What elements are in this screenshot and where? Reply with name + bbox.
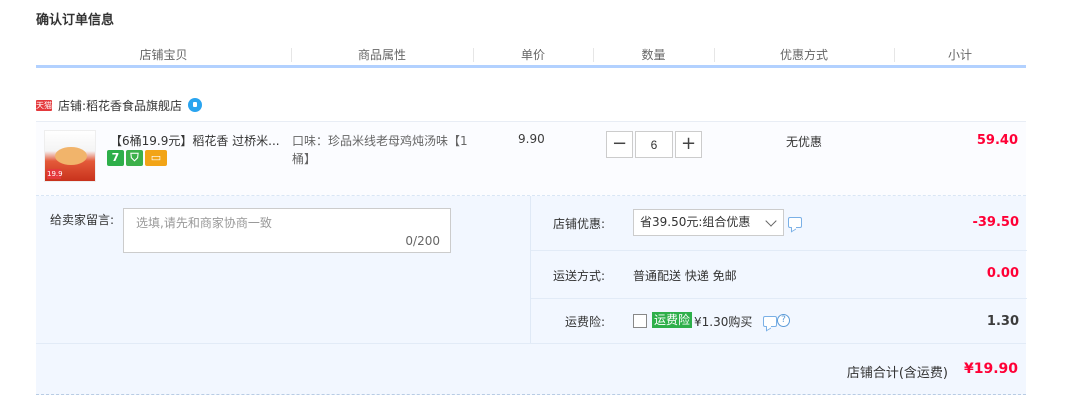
shop-row: 天猫 店铺: 稻花香食品旗舰店	[36, 96, 203, 114]
insurance-badge: 运费险	[652, 312, 693, 328]
header-promotion: 优惠方式	[714, 44, 894, 66]
message-bubble-icon[interactable]	[788, 217, 802, 228]
header-quantity: 数量	[593, 44, 714, 66]
message-bubble-icon[interactable]	[763, 316, 777, 327]
seller-message-label: 给卖家留言:	[50, 213, 115, 227]
shop-discount-label: 店铺优惠:	[552, 217, 605, 231]
quantity-plus-button[interactable]: +	[675, 131, 702, 158]
message-section: 给卖家留言: 0/200	[36, 196, 530, 343]
header-attribute: 商品属性	[291, 44, 473, 66]
shipping-row: 运送方式: 普通配送 快递 免邮 0.00	[531, 251, 1027, 299]
cart-item-row: 19.9 【6桶19.9元】稻花香 过桥米... 7 ⛉ ▭ 口味：珍品米线老母…	[36, 121, 1026, 196]
header-unit-price: 单价	[473, 44, 593, 66]
wangwang-chat-icon[interactable]	[188, 98, 203, 112]
product-thumbnail[interactable]: 19.9	[44, 130, 96, 182]
product-title-link[interactable]: 【6桶19.9元】稻花香 过桥米...	[110, 132, 286, 149]
message-char-counter: 0/200	[405, 234, 440, 248]
service-icons: 7 ⛉ ▭	[107, 150, 167, 166]
shop-discount-select[interactable]: 省39.50元:组合优惠	[633, 209, 784, 236]
thumb-price-badge: 19.9	[47, 169, 63, 179]
shipping-fee: 0.00	[986, 266, 1019, 281]
seller-message-box: 0/200	[123, 208, 451, 253]
insurance-row: 运费险: 运费险 ¥1.30购买 ? 1.30	[531, 299, 1027, 343]
seller-message-input[interactable]	[124, 209, 450, 252]
insurance-price: ¥1.30购买	[694, 315, 753, 329]
card-payment-icon[interactable]: ▭	[145, 150, 167, 166]
chevron-down-icon	[765, 215, 777, 227]
unit-price: 9.90	[518, 132, 545, 146]
shop-discount-row: 店铺优惠: 省39.50元:组合优惠 -39.50	[531, 196, 1027, 251]
tmall-icon: 天猫	[36, 99, 52, 111]
item-subtotal: 59.40	[976, 133, 1018, 148]
quantity-input[interactable]	[635, 131, 673, 158]
promotion-text: 无优惠	[786, 135, 823, 149]
page-title: 确认订单信息	[36, 13, 115, 28]
shop-total-label: 店铺合计(含运费)	[846, 366, 948, 381]
fees-section: 店铺优惠: 省39.50元:组合优惠 -39.50 运送方式: 普通配送 快递 …	[530, 196, 1027, 343]
shipping-label: 运送方式:	[552, 269, 605, 283]
order-detail-panel: 给卖家留言: 0/200 店铺优惠: 省39.50元:组合优惠 -39.50 运…	[36, 196, 1027, 343]
shop-discount-amount: -39.50	[972, 215, 1019, 230]
seven-day-return-icon[interactable]: 7	[107, 150, 124, 166]
shipping-method: 普通配送 快递 免邮	[633, 269, 737, 283]
product-attribute: 口味：珍品米线老母鸡炖汤味【1桶】	[292, 134, 468, 166]
order-table-header: 店铺宝贝 商品属性 单价 数量 优惠方式 小计	[36, 44, 1026, 68]
quantity-stepper: − +	[606, 131, 702, 158]
header-subtotal: 小计	[894, 44, 1026, 66]
shop-total-row: 店铺合计(含运费) ¥19.90	[36, 343, 1026, 395]
help-icon[interactable]: ?	[777, 314, 790, 327]
insurance-fee: 1.30	[986, 314, 1019, 329]
insurance-checkbox[interactable]	[633, 314, 647, 328]
shop-total-value: ¥19.90	[963, 361, 1018, 377]
quantity-minus-button[interactable]: −	[606, 131, 633, 158]
shop-name-link[interactable]: 稻花香食品旗舰店	[86, 97, 182, 114]
shield-guarantee-icon[interactable]: ⛉	[126, 150, 143, 166]
header-shop-item: 店铺宝贝	[139, 48, 188, 62]
shop-label: 店铺:	[58, 98, 87, 113]
insurance-label: 运费险:	[564, 315, 605, 329]
shop-discount-selected: 省39.50元:组合优惠	[640, 215, 751, 229]
